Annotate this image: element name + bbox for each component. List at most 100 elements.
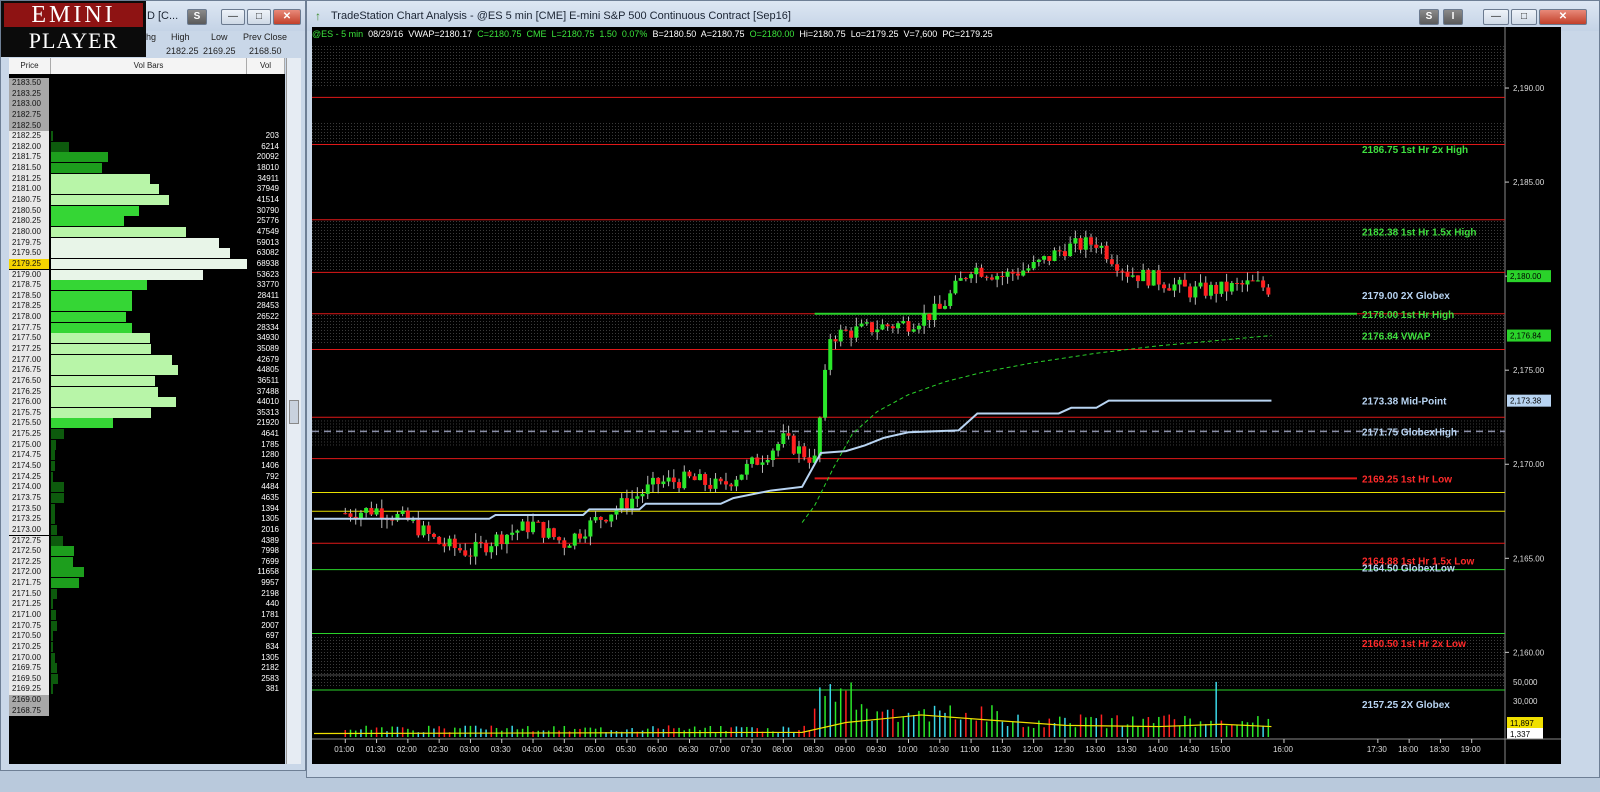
- ladder-row[interactable]: 2182.25 203: [9, 131, 285, 142]
- ladder-scrollbar[interactable]: [286, 58, 301, 764]
- ladder-row[interactable]: 2182.00 6214: [9, 141, 285, 153]
- ladder-row[interactable]: 2171.25 440: [9, 599, 285, 610]
- ladder-volume: 4484: [261, 482, 279, 492]
- ladder-row[interactable]: 2170.00 1305: [9, 652, 285, 664]
- ladder-row[interactable]: 2169.25 381: [9, 684, 285, 696]
- ladder-row[interactable]: 2172.25 7699: [9, 556, 285, 568]
- volume-bar: [51, 407, 152, 418]
- ladder-price: 2177.75: [9, 322, 49, 334]
- ladder-row[interactable]: 2171.50 2198: [9, 588, 285, 600]
- volume-bar: [51, 588, 58, 599]
- ladder-row[interactable]: 2170.25 834: [9, 641, 285, 653]
- ladder-row[interactable]: 2181.50 18010: [9, 163, 285, 174]
- ladder-row[interactable]: 2169.50 2583: [9, 673, 285, 685]
- ladder-row[interactable]: 2181.25 34911: [9, 173, 285, 185]
- ladder-row[interactable]: 2173.25 1305: [9, 514, 285, 525]
- ladder-row[interactable]: 2180.25 25776: [9, 216, 285, 227]
- ladder-row[interactable]: 2177.00 42679: [9, 354, 285, 366]
- ladder-row[interactable]: 2170.50 697: [9, 631, 285, 642]
- ladder-row[interactable]: 2169.75 2182: [9, 663, 285, 674]
- ladder-row[interactable]: 2175.75 35313: [9, 407, 285, 419]
- x-tick-label: 11:30: [991, 745, 1011, 754]
- ladder-volume: 26522: [256, 312, 279, 322]
- ladder-row[interactable]: 2180.00 47549: [9, 226, 285, 238]
- ladder-row[interactable]: 2177.25 35089: [9, 344, 285, 355]
- candle-body: [1104, 245, 1109, 260]
- maximize-button[interactable]: □: [247, 9, 271, 25]
- ladder-row[interactable]: 2179.75 59013: [9, 237, 285, 249]
- chart-minimize-button[interactable]: —: [1483, 9, 1509, 25]
- ladder-row[interactable]: 2169.00: [9, 695, 285, 706]
- info-symbol: @ES - 5 min: [312, 29, 364, 39]
- ladder-row[interactable]: 2170.75 2007: [9, 620, 285, 632]
- candle-body: [1245, 280, 1250, 285]
- matrix-symbol-dropdown[interactable]: S: [187, 9, 207, 25]
- ladder-row[interactable]: 2176.00 44010: [9, 397, 285, 408]
- candle-body: [1031, 261, 1036, 269]
- volume-bar: [51, 163, 103, 174]
- ladder-price: 2172.00: [9, 567, 49, 579]
- x-tick-label: 12:00: [1023, 745, 1044, 754]
- ladder-row[interactable]: 2174.00 4484: [9, 482, 285, 493]
- ladder-row[interactable]: 2179.25 68938: [9, 258, 285, 270]
- ladder-row[interactable]: 2182.50: [9, 120, 285, 132]
- ladder-row[interactable]: 2172.50 7998: [9, 546, 285, 557]
- candle-body: [770, 450, 775, 460]
- close-button[interactable]: ✕: [273, 9, 301, 25]
- ladder-row[interactable]: 2171.00 1781: [9, 610, 285, 621]
- chart-symbol-dropdown[interactable]: S: [1419, 9, 1439, 25]
- ladder-row[interactable]: 2174.25 792: [9, 471, 285, 483]
- ladder-row[interactable]: 2173.00 2016: [9, 524, 285, 536]
- ladder-row[interactable]: 2176.50 36511: [9, 375, 285, 387]
- chart-maximize-button[interactable]: □: [1511, 9, 1537, 25]
- candle-body: [859, 323, 864, 327]
- minimize-button[interactable]: —: [221, 9, 245, 25]
- ladder-row[interactable]: 2172.00 11658: [9, 567, 285, 579]
- candle-body: [995, 276, 1000, 280]
- ladder-row[interactable]: 2181.75 20092: [9, 152, 285, 164]
- ladder-volume: 9957: [261, 578, 279, 588]
- ladder-row[interactable]: 2176.25 37488: [9, 386, 285, 398]
- scrollbar-thumb[interactable]: [289, 400, 299, 424]
- candle-body: [750, 457, 755, 464]
- x-tick-label: 18:30: [1429, 745, 1450, 754]
- ladder-row[interactable]: 2175.25 4641: [9, 429, 285, 440]
- volume-bar: [51, 599, 53, 610]
- ladder-volume: 697: [265, 631, 279, 641]
- ladder-row[interactable]: 2177.75 28334: [9, 322, 285, 334]
- chart-indicator-dropdown[interactable]: I: [1443, 9, 1463, 25]
- ladder-row[interactable]: 2178.75 33770: [9, 280, 285, 291]
- candle-body: [697, 474, 702, 481]
- candle-body: [833, 339, 838, 342]
- ladder-row[interactable]: 2181.00 37949: [9, 184, 285, 195]
- ladder-row[interactable]: 2183.00: [9, 99, 285, 110]
- ladder-volume: 4641: [261, 429, 279, 439]
- ladder-row[interactable]: 2171.75 9957: [9, 578, 285, 589]
- ladder-row[interactable]: 2179.50 63082: [9, 248, 285, 259]
- chart-close-button[interactable]: ✕: [1539, 9, 1587, 25]
- ladder-row[interactable]: 2179.00 53623: [9, 269, 285, 281]
- ladder-row[interactable]: 2175.00 1785: [9, 439, 285, 451]
- ladder-row[interactable]: 2175.50 21920: [9, 418, 285, 430]
- ladder-row[interactable]: 2180.75 41514: [9, 195, 285, 206]
- ladder-row[interactable]: 2178.50 28411: [9, 290, 285, 302]
- ladder-row[interactable]: 2182.75: [9, 109, 285, 121]
- ladder-row[interactable]: 2173.50 1394: [9, 503, 285, 515]
- ladder-price: 2168.75: [9, 705, 49, 717]
- ladder-row[interactable]: 2176.75 44805: [9, 365, 285, 376]
- ladder-row[interactable]: 2172.75 4389: [9, 535, 285, 547]
- ladder-price: 2175.25: [9, 429, 49, 440]
- ladder-row[interactable]: 2178.25 28453: [9, 301, 285, 313]
- chart-canvas[interactable]: 2186.75 1st Hr 2x High 2182.38 1st Hr 1.5…: [312, 27, 1561, 764]
- ladder-row[interactable]: 2183.25: [9, 88, 285, 100]
- ladder-row[interactable]: 2174.50 1406: [9, 461, 285, 472]
- ladder-row[interactable]: 2177.50 34930: [9, 333, 285, 344]
- ladder-row[interactable]: 2183.50: [9, 78, 285, 89]
- price-chart[interactable]: 2186.75 1st Hr 2x High 2182.38 1st Hr 1.5…: [312, 27, 1561, 764]
- ladder-row[interactable]: 2173.75 4635: [9, 492, 285, 504]
- ladder-row[interactable]: 2174.75 1280: [9, 450, 285, 461]
- ladder-row[interactable]: 2168.75: [9, 705, 285, 717]
- volume-bar: [51, 503, 55, 514]
- ladder-row[interactable]: 2178.00 26522: [9, 312, 285, 323]
- ladder-row[interactable]: 2180.50 30790: [9, 205, 285, 217]
